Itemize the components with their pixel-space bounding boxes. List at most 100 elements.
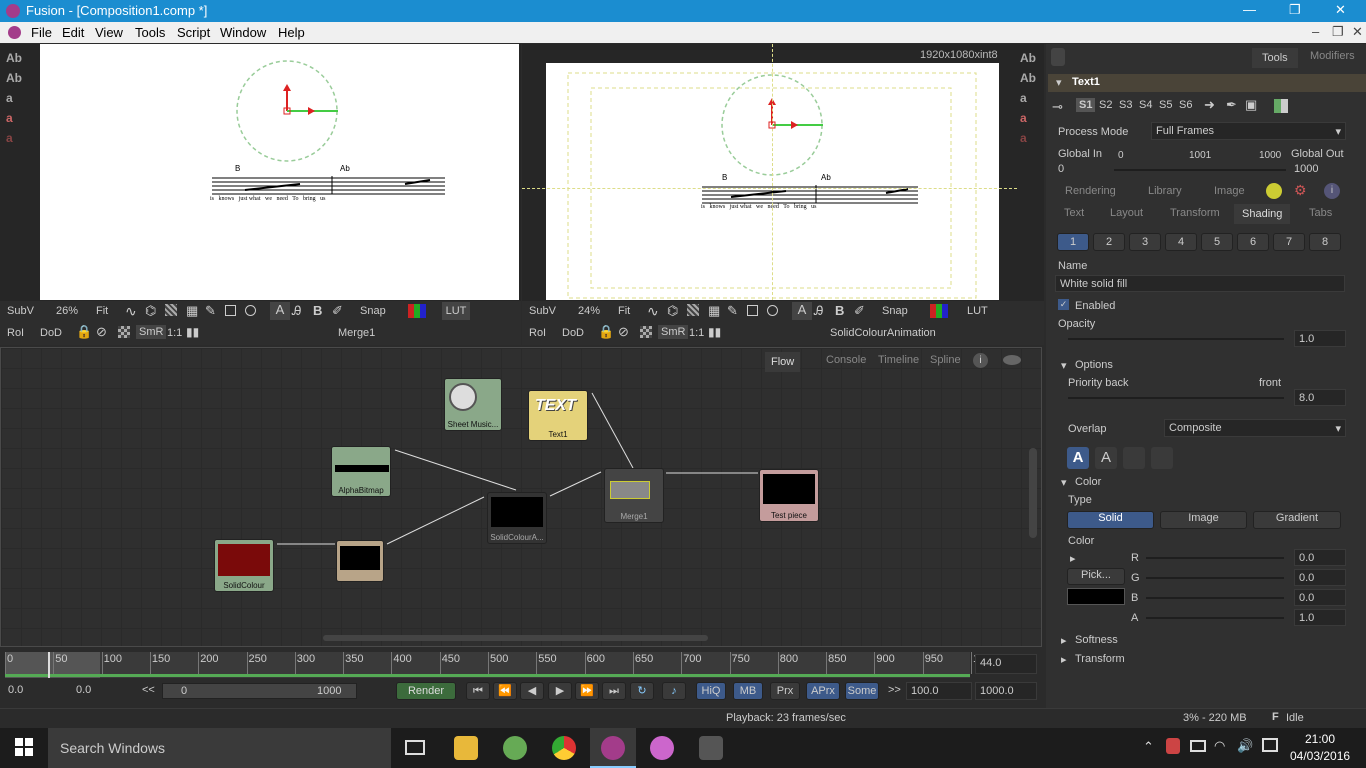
viewer-right-a-button[interactable]: a: [1020, 91, 1027, 105]
radioactive-icon[interactable]: [1266, 183, 1282, 199]
volume-icon[interactable]: 🔊: [1237, 738, 1253, 754]
expand-color-icon[interactable]: ▸: [1070, 552, 1076, 565]
chrome-icon[interactable]: [552, 736, 576, 760]
grid-icon[interactable]: ▦: [186, 303, 198, 319]
shading-element-2[interactable]: 2: [1093, 233, 1125, 251]
doc-close-button[interactable]: ✕: [1352, 24, 1363, 40]
zoom-field[interactable]: 26%: [56, 305, 78, 317]
ratio-button[interactable]: 1:1: [167, 327, 182, 339]
audio-icon[interactable]: ♪: [662, 682, 686, 700]
close-button[interactable]: ✕: [1335, 2, 1346, 18]
transform-section[interactable]: Transform: [1075, 653, 1125, 665]
spline-icon[interactable]: ∿: [125, 303, 137, 320]
lock-icon[interactable]: 🔒: [76, 324, 92, 340]
maximize-button[interactable]: ❐: [1289, 2, 1301, 18]
step-back-icon[interactable]: ◀: [520, 682, 544, 700]
viewer-left-a-dark-button[interactable]: a: [6, 131, 13, 145]
channel-b-slider[interactable]: [1146, 597, 1284, 599]
menu-script[interactable]: Script: [177, 25, 210, 40]
aprx-button[interactable]: APrx: [806, 682, 840, 700]
viewer-right-a-red-button[interactable]: a: [1020, 111, 1027, 125]
menu-edit[interactable]: Edit: [62, 25, 84, 40]
overlap-select[interactable]: Composite ▾: [1164, 419, 1346, 437]
task-view-icon[interactable]: [405, 740, 425, 755]
checkerboard-icon[interactable]: [640, 326, 652, 338]
tab-text[interactable]: Text: [1064, 207, 1084, 219]
border-outline-icon[interactable]: [1151, 447, 1173, 469]
render-end-field[interactable]: 100.0: [906, 682, 972, 700]
prx-button[interactable]: Prx: [770, 682, 800, 700]
text-outline-icon[interactable]: Ꭿ: [292, 303, 301, 319]
channel-a-field[interactable]: 1.0: [1294, 609, 1346, 626]
playhead[interactable]: [48, 652, 50, 678]
node-solidcolouranimation[interactable]: SolidColourA...: [487, 492, 547, 544]
inkscape-icon[interactable]: [699, 736, 723, 760]
viewer-left-ab-button[interactable]: Ab: [6, 51, 22, 65]
rectangle-icon[interactable]: [747, 305, 758, 316]
viewer-right[interactable]: 1920x1080xint8 Ab Ab a a a B Ab is knows …: [522, 44, 1044, 345]
node-merge1[interactable]: Merge1: [604, 468, 664, 523]
tray-chevron-up-icon[interactable]: ⌃: [1143, 739, 1154, 755]
file-explorer-icon[interactable]: [454, 736, 478, 760]
paint-icon[interactable]: ✐: [854, 303, 865, 319]
softness-section[interactable]: Softness: [1075, 634, 1118, 646]
clock-date[interactable]: 04/03/2016: [1290, 749, 1350, 763]
shading-element-4[interactable]: 4: [1165, 233, 1197, 251]
clock-time[interactable]: 21:00: [1305, 732, 1335, 746]
menu-help[interactable]: Help: [278, 25, 305, 40]
viewer-right-a-dark-button[interactable]: a: [1020, 131, 1027, 145]
ratio-button-right[interactable]: 1:1: [689, 327, 704, 339]
skip-forward-label[interactable]: >>: [888, 684, 901, 696]
brush-icon[interactable]: ✎: [205, 303, 216, 319]
tab-transform[interactable]: Transform: [1170, 207, 1220, 219]
checker-icon[interactable]: [687, 304, 699, 316]
priority-slider[interactable]: [1068, 397, 1284, 399]
tab-library[interactable]: Library: [1148, 185, 1182, 197]
text-a-icon[interactable]: A: [270, 302, 290, 320]
priority-field[interactable]: 8.0: [1294, 389, 1346, 406]
globe-app-icon[interactable]: [503, 736, 527, 760]
checkerboard-icon[interactable]: [118, 326, 130, 338]
global-out-field[interactable]: 1000: [1294, 163, 1318, 175]
some-button[interactable]: Some: [845, 682, 879, 700]
border-fill-icon[interactable]: [1123, 447, 1145, 469]
range-slider[interactable]: 0 1000: [162, 683, 357, 699]
viewer-left-a-button[interactable]: a: [6, 91, 13, 105]
node-bitmap-mask[interactable]: [336, 540, 384, 582]
global-end-field[interactable]: 1000.0: [975, 682, 1037, 700]
node-solidcolour[interactable]: SolidColour: [214, 539, 274, 592]
shading-element-6[interactable]: 6: [1237, 233, 1269, 251]
channel-r-slider[interactable]: [1146, 557, 1284, 559]
link-icon[interactable]: ⊘: [618, 324, 629, 340]
mb-button[interactable]: MB: [733, 682, 763, 700]
menu-view[interactable]: View: [95, 25, 123, 40]
node-alphabitmap[interactable]: AlphaBitmap: [331, 446, 391, 497]
tool-header[interactable]: ▾ Text1: [1048, 74, 1366, 92]
subv-button-right[interactable]: SubV: [529, 305, 556, 317]
checker-icon[interactable]: [165, 304, 177, 316]
menu-window[interactable]: Window: [220, 25, 266, 40]
levels-icon[interactable]: ▮▮: [708, 325, 721, 339]
snap-button-right[interactable]: Snap: [882, 305, 908, 317]
global-range-slider[interactable]: [1114, 169, 1286, 171]
viewer-left-a-red-button[interactable]: a: [6, 111, 13, 125]
color-swatch-icon[interactable]: [1274, 99, 1288, 113]
arrow-right-icon[interactable]: ➜: [1204, 97, 1215, 113]
type-solid-button[interactable]: Solid: [1067, 511, 1154, 529]
go-end-icon[interactable]: ⏭: [602, 682, 626, 700]
windows-start-icon[interactable]: [15, 738, 33, 756]
tab-layout[interactable]: Layout: [1110, 207, 1143, 219]
rgb-channels-icon[interactable]: [408, 304, 426, 318]
render-button[interactable]: Render: [396, 682, 456, 700]
options-section[interactable]: Options: [1075, 359, 1113, 371]
viewer-left-canvas[interactable]: B Ab is knows just what we need To bring …: [40, 44, 519, 300]
viewer-left-ab2-button[interactable]: Ab: [6, 71, 22, 85]
opacity-slider[interactable]: [1068, 338, 1284, 340]
node-sheet-music[interactable]: Sheet Music...: [444, 378, 502, 431]
current-time-field[interactable]: 44.0: [975, 654, 1037, 674]
ellipse-icon[interactable]: [767, 305, 778, 316]
lut-button[interactable]: LUT: [442, 302, 470, 320]
global-in-field[interactable]: 0: [1058, 163, 1064, 175]
hiq-button[interactable]: HiQ: [696, 682, 726, 700]
shading-element-3[interactable]: 3: [1129, 233, 1161, 251]
